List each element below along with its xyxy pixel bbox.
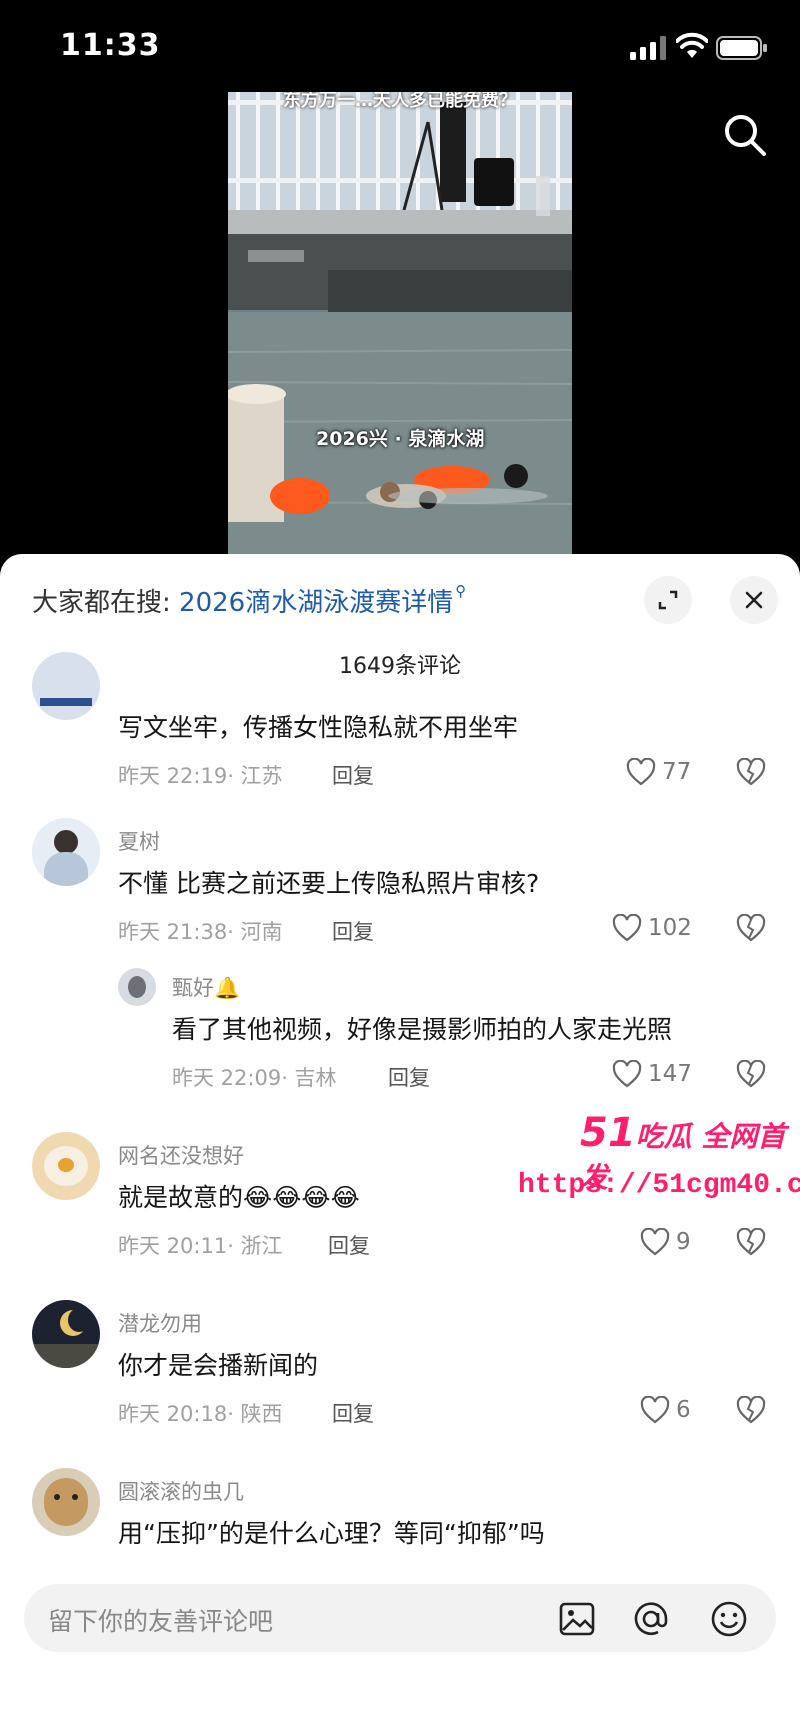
like-count: 147: [648, 1061, 692, 1087]
reply-button[interactable]: 回复: [332, 1398, 374, 1428]
scroll-fade: [0, 1560, 800, 1582]
battery-icon: [716, 36, 767, 60]
user-name[interactable]: 圆滚滚的虫几: [118, 1476, 244, 1506]
trending-search[interactable]: 大家都在搜: 2026滴水湖泳渡赛详情 ⚲: [32, 582, 466, 619]
comment-meta: 昨天 20:11· 浙江: [118, 1234, 283, 1258]
like-button[interactable]: 77: [626, 758, 691, 786]
expand-button[interactable]: [644, 576, 692, 624]
comment-meta: 昨天 22:09· 吉林: [172, 1066, 337, 1090]
search-icon[interactable]: [722, 112, 768, 158]
video-frame: [228, 92, 572, 554]
status-bar: 11:33: [0, 0, 800, 92]
heart-icon: [612, 914, 642, 942]
user-name[interactable]: 夏树: [118, 826, 160, 856]
comment-text: 你才是会播新闻的: [118, 1351, 319, 1380]
reply-button[interactable]: 回复: [388, 1062, 430, 1092]
heart-icon: [612, 1060, 642, 1088]
avatar[interactable]: [32, 1132, 100, 1200]
user-name[interactable]: 潜龙勿用: [118, 1308, 202, 1338]
video-location-label: 2026兴 · 泉滴水湖: [316, 428, 485, 450]
like-count: 6: [676, 1397, 691, 1423]
like-button[interactable]: 147: [612, 1060, 692, 1088]
broken-heart-icon[interactable]: [736, 914, 766, 942]
clock: 11:33: [60, 28, 161, 63]
comment-input[interactable]: 留下你的友善评论吧: [24, 1584, 776, 1652]
comment-item: 夏树 不懂 比赛之前还要上传隐私照片审核? 昨天 21:38· 河南 回复 10…: [0, 818, 800, 948]
trending-prefix: 大家都在搜:: [32, 588, 171, 618]
close-icon: [745, 591, 763, 609]
comment-text: 看了其他视频，好像是摄影师拍的人家走光照: [172, 1015, 673, 1044]
comment-meta: 昨天 20:18· 陕西: [118, 1402, 283, 1426]
reply-button[interactable]: 回复: [332, 916, 374, 946]
comment-text: 不懂 比赛之前还要上传隐私照片审核?: [118, 869, 540, 898]
comment-meta: 昨天 21:38· 河南: [118, 920, 283, 944]
video-top-caption: 东方万一…天人多已能免费？: [283, 92, 517, 111]
broken-heart-icon[interactable]: [736, 758, 766, 786]
avatar[interactable]: [32, 1300, 100, 1368]
avatar[interactable]: [118, 968, 156, 1006]
comment-count: 1649条评论: [339, 654, 461, 679]
comment-item: 潜龙勿用 你才是会播新闻的 昨天 20:18· 陕西 回复 6: [0, 1300, 800, 1430]
avatar[interactable]: [32, 818, 100, 886]
user-name[interactable]: 甄好🔔: [172, 972, 240, 1002]
broken-heart-icon[interactable]: [736, 1396, 766, 1424]
emoji-icon[interactable]: [710, 1600, 748, 1638]
reply-button[interactable]: 回复: [328, 1230, 370, 1260]
expand-icon: [658, 590, 678, 610]
heart-icon: [640, 1228, 670, 1256]
comment-sheet: 大家都在搜: 2026滴水湖泳渡赛详情 ⚲ 1649条评论 写文坐牢，传播女性隐私…: [0, 554, 800, 1731]
reply-button[interactable]: 回复: [332, 760, 374, 790]
video-player[interactable]: 东方万一…天人多已能免费？ 2026兴 · 泉滴水湖: [228, 92, 572, 554]
like-button[interactable]: 9: [640, 1228, 691, 1256]
at-icon[interactable]: [632, 1600, 670, 1638]
like-button[interactable]: 6: [640, 1396, 691, 1424]
broken-heart-icon[interactable]: [736, 1060, 766, 1088]
avatar[interactable]: [32, 1468, 100, 1536]
image-icon[interactable]: [558, 1600, 596, 1638]
heart-icon: [626, 758, 656, 786]
like-count: 77: [662, 759, 692, 785]
comment-text: 写文坐牢，传播女性隐私就不用坐牢: [118, 713, 519, 742]
like-button[interactable]: 102: [612, 914, 692, 942]
reply-item: 甄好🔔 看了其他视频，好像是摄影师拍的人家走光照 昨天 22:09· 吉林 回复…: [0, 962, 800, 1092]
close-button[interactable]: [730, 576, 778, 624]
search-small-icon: ⚲: [455, 582, 467, 600]
avatar[interactable]: [32, 652, 100, 720]
comment-input-placeholder: 留下你的友善评论吧: [48, 1607, 274, 1636]
signal-icon: [630, 36, 666, 60]
bell-badge-icon: 🔔: [214, 976, 241, 1000]
comment-item: 写文坐牢，传播女性隐私就不用坐牢 昨天 22:19· 江苏 回复 77: [0, 652, 800, 796]
wifi-icon: [676, 32, 708, 58]
broken-heart-icon[interactable]: [736, 1228, 766, 1256]
comment-text: 用“压抑”的是什么心理？等同“抑郁”吗: [118, 1519, 545, 1548]
comment-meta: 昨天 22:19· 江苏: [118, 764, 283, 788]
user-name[interactable]: 网名还没想好: [118, 1140, 244, 1170]
watermark-url: https://51cgm40.com: [518, 1170, 800, 1201]
heart-icon: [640, 1396, 670, 1424]
like-count: 102: [648, 915, 692, 941]
like-count: 9: [676, 1229, 691, 1255]
trending-query-link[interactable]: 2026滴水湖泳渡赛详情: [179, 588, 453, 618]
comment-text: 就是故意的😂😂😂😂: [118, 1183, 360, 1212]
